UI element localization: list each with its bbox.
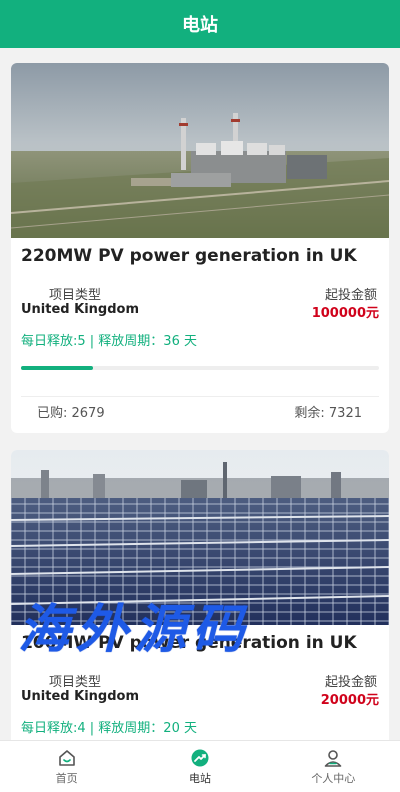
project-type-value: United Kingdom	[21, 689, 140, 704]
page-header: 电站	[0, 0, 400, 48]
tab-station[interactable]: 电站	[133, 741, 266, 792]
tab-profile[interactable]: 个人中心	[267, 741, 400, 792]
project-type-label: 项目类型	[49, 675, 102, 690]
project-type-label: 项目类型	[49, 288, 102, 303]
release-info: 每日释放:4 | 释放周期：20 天	[21, 721, 197, 736]
release-info: 每日释放:5 | 释放周期：36 天	[21, 334, 197, 349]
min-investment-label: 起投金额	[324, 675, 377, 690]
bought-count: 已购: 2679	[37, 406, 105, 421]
min-investment-value: 20000元	[320, 693, 379, 708]
min-investment-label: 起投金额	[324, 288, 377, 303]
power-plant-image	[11, 63, 389, 238]
project-type-value: United Kingdom	[21, 302, 140, 317]
tab-label: 首页	[55, 772, 78, 785]
divider	[21, 396, 379, 397]
remaining-count: 剩余: 7321	[294, 406, 362, 421]
tab-label: 电站	[188, 772, 211, 785]
user-icon	[325, 750, 342, 767]
station-icon	[191, 749, 209, 767]
watermark-text: 海外源码	[18, 599, 251, 660]
progress-fill	[21, 366, 93, 370]
min-investment-value: 100000元	[311, 306, 379, 321]
tab-label: 个人中心	[311, 772, 356, 785]
home-icon	[58, 750, 75, 766]
tab-home[interactable]: 首页	[0, 741, 133, 792]
page-title: 电站	[182, 15, 218, 36]
progress-bar	[21, 366, 379, 370]
bottom-tab-bar: 首页 电站 个人中心	[0, 740, 400, 792]
station-card[interactable]: 220MW PV power generation in UK 项目类型 Uni…	[11, 63, 389, 433]
station-title: 220MW PV power generation in UK	[21, 246, 357, 266]
